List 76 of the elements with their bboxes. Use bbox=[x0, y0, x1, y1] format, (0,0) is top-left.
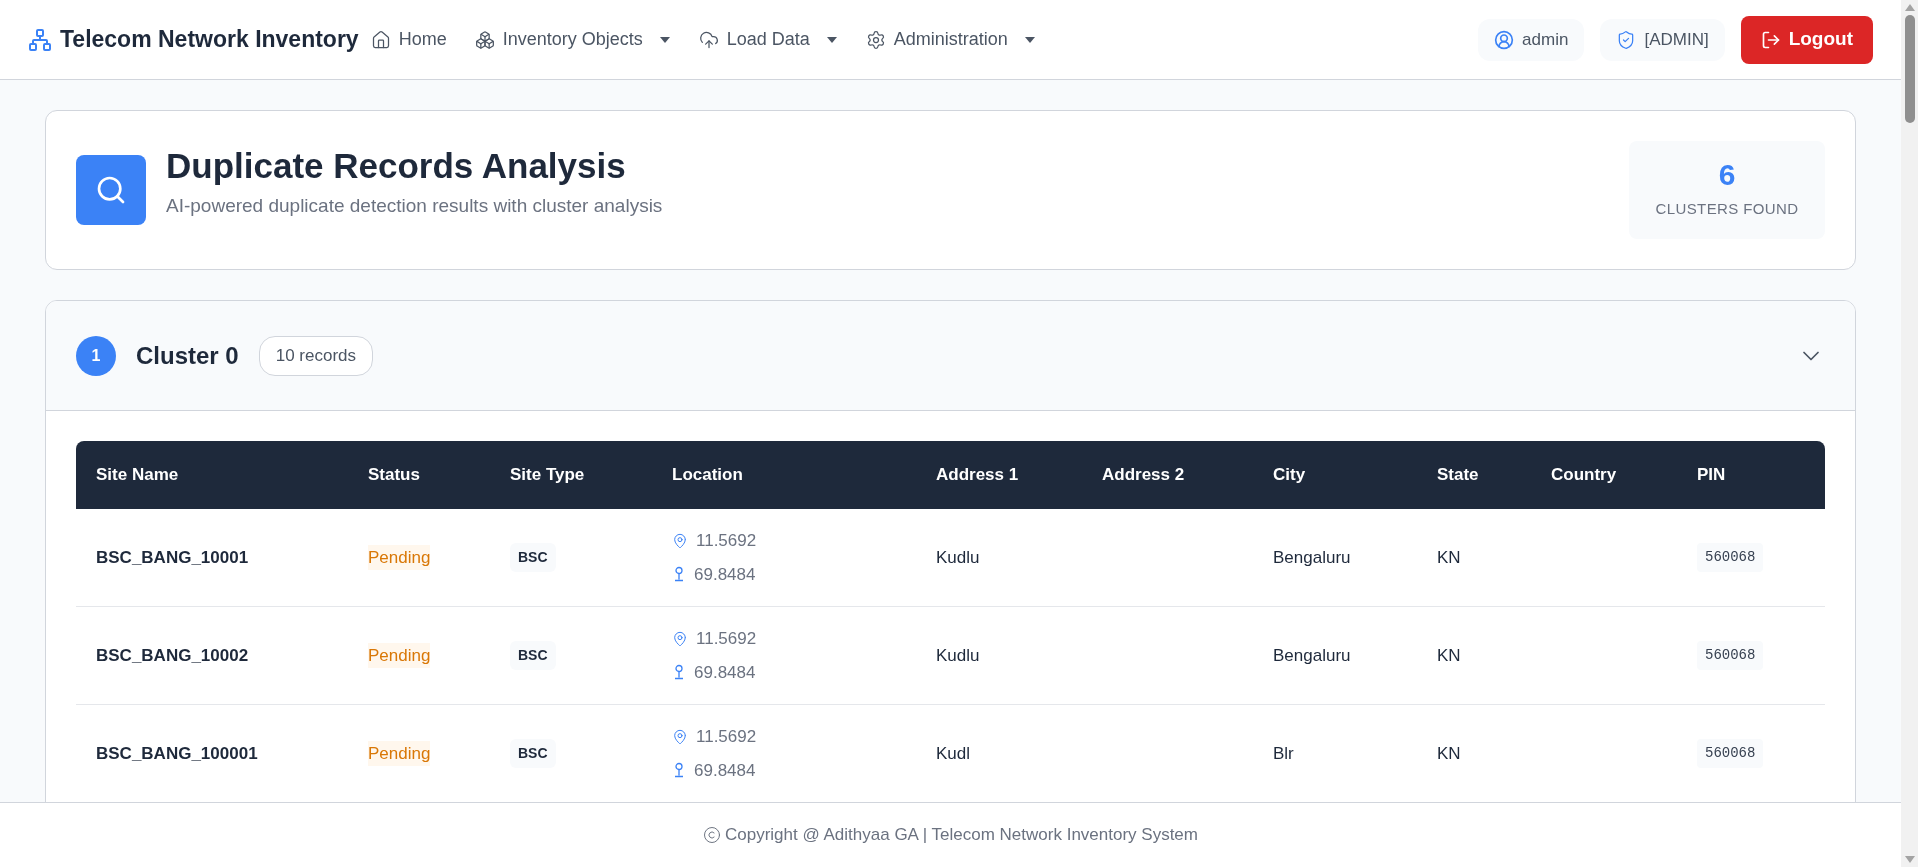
pin-code: 560068 bbox=[1697, 739, 1764, 768]
pin-base-icon bbox=[672, 566, 686, 583]
latitude-text: 11.5692 bbox=[696, 530, 757, 552]
nav-icon bbox=[370, 29, 391, 50]
pin-code: 560068 bbox=[1697, 543, 1764, 572]
nav-icon bbox=[474, 29, 495, 50]
cluster-header[interactable]: 1 Cluster 0 10 records bbox=[46, 301, 1855, 411]
column-header: City bbox=[1273, 464, 1306, 487]
nav-icon bbox=[865, 29, 886, 50]
cluster-title: Cluster 0 bbox=[136, 340, 239, 371]
footer-text: Copyright @ Adithyaa GA | Telecom Network Inventory System bbox=[725, 824, 1198, 847]
state-cell-text: KN bbox=[1437, 644, 1461, 667]
nav-link[interactable]: Administration bbox=[865, 26, 1036, 53]
city-cell-text: Blr bbox=[1273, 742, 1294, 765]
state-cell-text: KN bbox=[1437, 546, 1461, 569]
map-pin-icon bbox=[672, 630, 688, 647]
map-pin-icon bbox=[672, 728, 688, 745]
column-header: PIN bbox=[1697, 464, 1726, 487]
address-cell-text: Kudl bbox=[936, 742, 971, 765]
status-label: Pending bbox=[368, 544, 431, 571]
column-header: Country bbox=[1551, 464, 1617, 487]
user-icon bbox=[1494, 29, 1515, 50]
longitude-text: 69.8484 bbox=[694, 563, 756, 586]
search-icon bbox=[95, 174, 127, 206]
page-title: Duplicate Records Analysis bbox=[166, 145, 627, 187]
page-subtitle: AI-powered duplicate detection results with cluster analysis bbox=[166, 193, 663, 218]
city-cell-text: Bengaluru bbox=[1273, 644, 1351, 667]
site-type-tag: BSC bbox=[510, 641, 556, 670]
nav-link[interactable]: Load Data bbox=[698, 26, 838, 53]
site-name-cell-text: BSC_BANG_10001 bbox=[96, 546, 249, 569]
records-badge: 10 records bbox=[258, 335, 374, 376]
column-header: Location bbox=[672, 464, 743, 487]
site-type-tag: BSC bbox=[510, 543, 556, 572]
latitude-text: 11.5692 bbox=[696, 726, 757, 748]
pin-base-icon bbox=[672, 664, 686, 681]
caret-icon bbox=[825, 35, 838, 44]
role-label: [ADMIN] bbox=[1644, 28, 1709, 51]
network-icon bbox=[28, 27, 52, 52]
count-label: CLUSTERS FOUND bbox=[1655, 198, 1799, 219]
status-label: Pending bbox=[368, 740, 431, 767]
status-label: Pending bbox=[368, 642, 431, 669]
scroll-down-icon bbox=[1904, 856, 1915, 863]
column-header: Site Type bbox=[510, 464, 585, 487]
logout-button[interactable]: Logout bbox=[1740, 15, 1873, 64]
column-header: State bbox=[1437, 464, 1479, 487]
site-type-tag: BSC bbox=[510, 739, 556, 768]
caret-icon bbox=[1023, 35, 1036, 44]
map-pin-icon bbox=[672, 532, 688, 549]
pin-code: 560068 bbox=[1697, 641, 1764, 670]
address-cell-text: Kudlu bbox=[936, 546, 980, 569]
cluster-number: 1 bbox=[76, 335, 116, 376]
scroll-thumb[interactable] bbox=[1904, 15, 1915, 123]
state-cell-text: KN bbox=[1437, 742, 1461, 765]
logout-icon bbox=[1760, 29, 1781, 50]
caret-icon bbox=[658, 35, 671, 44]
column-header: Status bbox=[368, 464, 420, 487]
site-name-cell-text: BSC_BANG_10002 bbox=[96, 644, 249, 667]
nav-link[interactable]: Inventory Objects bbox=[474, 26, 671, 53]
city-cell-text: Bengaluru bbox=[1273, 546, 1351, 569]
pin-base-icon bbox=[672, 762, 686, 779]
address-cell-text: Kudlu bbox=[936, 644, 980, 667]
copyright-icon bbox=[703, 826, 721, 844]
column-header: Address 1 bbox=[936, 464, 1019, 487]
longitude-text: 69.8484 bbox=[694, 661, 756, 684]
brand-title[interactable]: Telecom Network Inventory bbox=[60, 22, 359, 57]
scroll-up-icon bbox=[1904, 4, 1915, 11]
scrollbar[interactable] bbox=[1901, 0, 1918, 867]
username: admin bbox=[1522, 28, 1569, 51]
cluster-count: 6 bbox=[1718, 159, 1736, 190]
column-header: Site Name bbox=[96, 464, 179, 487]
longitude-text: 69.8484 bbox=[694, 759, 756, 782]
site-name-cell-text: BSC_BANG_100001 bbox=[96, 742, 258, 765]
column-header: Address 2 bbox=[1102, 464, 1185, 487]
nav-link[interactable]: Home bbox=[370, 26, 447, 53]
latitude-text: 11.5692 bbox=[696, 628, 757, 650]
nav-icon bbox=[698, 29, 719, 50]
